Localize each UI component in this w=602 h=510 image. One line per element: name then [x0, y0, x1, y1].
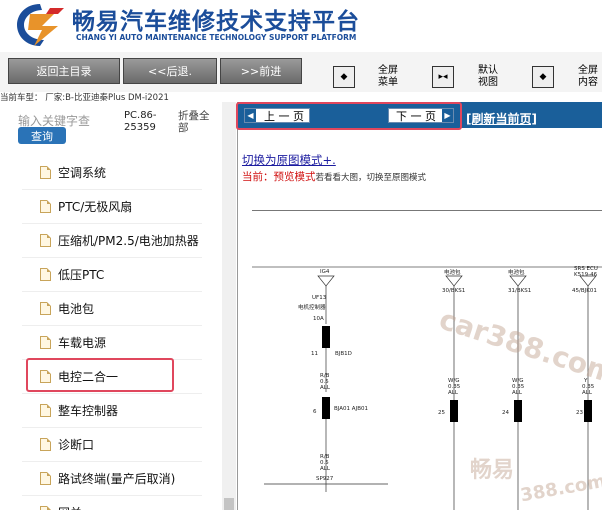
tree-item-label: PTC/无极风扇	[58, 200, 133, 214]
default-view-icon[interactable]: ▸◂	[432, 66, 454, 88]
tree-item[interactable]: PTC/无极风扇	[22, 190, 202, 224]
tree-item-label: 网关	[58, 504, 82, 510]
toolbar: 返回主目录 <<后退. >>前进 ◆ 全屏 菜单 ▸◂ 默认 视图 ◆ 全屏 内…	[0, 52, 602, 92]
fullscreen-content-label[interactable]: 全屏 内容	[578, 65, 598, 89]
tree-item-label: 低压PTC	[58, 268, 105, 282]
diagram-label: SP927	[316, 476, 334, 482]
tree-item[interactable]: 路试终端(量产后取消)	[22, 462, 202, 496]
diagram-label: IG4	[320, 269, 330, 275]
tree-item-label: 诊断口	[58, 438, 95, 452]
diagram-label: 24	[502, 410, 509, 416]
tree-item[interactable]: 空调系统	[22, 156, 202, 190]
default-view-label[interactable]: 默认 视图	[478, 65, 498, 89]
diagram-label: 10A	[313, 316, 324, 322]
diagram-label: 电机控制器	[298, 303, 326, 311]
diagram-label: 6	[313, 409, 317, 415]
diagram-label: ALL	[448, 390, 459, 396]
document-icon	[40, 268, 51, 281]
tree-item-label: 压缩机/PM2.5/电池加热器	[58, 234, 199, 248]
fullscreen-menu-label[interactable]: 全屏 菜单	[378, 65, 398, 89]
tree-item[interactable]: 电池包	[22, 292, 202, 326]
diagram-label: 23	[576, 410, 583, 416]
diagram-label: 25	[438, 410, 445, 416]
fullscreen-content-icon[interactable]: ◆	[532, 66, 554, 88]
return-home-button[interactable]: 返回主目录	[8, 58, 120, 84]
selection-highlight	[26, 358, 174, 392]
wiring-diagram: IG4 电池包 电池包 SRS ECU K519-46 30/BKS1 31/B…	[252, 266, 602, 510]
platform-title: 畅易汽车维修技术支持平台	[72, 9, 360, 35]
tree-item-label: 空调系统	[58, 166, 107, 180]
sidebar-scrollbar[interactable]	[222, 102, 236, 510]
page-nav-highlight	[236, 102, 462, 130]
document-icon	[40, 472, 51, 485]
pc-code: PC.86-25359	[124, 110, 157, 133]
document-icon	[40, 200, 51, 213]
document-icon	[40, 336, 51, 349]
watermark: 畅易	[470, 458, 515, 483]
tree-item-label: 电池包	[58, 302, 95, 316]
platform-subtitle: CHANG YI AUTO MAINTENANCE TECHNOLOGY SUP…	[76, 33, 357, 42]
tree-item[interactable]: 车载电源	[22, 326, 202, 360]
tree-item[interactable]: 低压PTC	[22, 258, 202, 292]
content-pane: ◀ 上 一 页 下 一 页 ▶ [刷新当前页] 切换为原图模式+. 当前：预览模…	[237, 102, 602, 510]
diagram-label: ALL	[582, 390, 593, 396]
forward-button[interactable]: >>前进	[220, 58, 302, 84]
tree-item[interactable]: 整车控制器	[22, 394, 202, 428]
tree-item[interactable]: 压缩机/PM2.5/电池加热器	[22, 224, 202, 258]
diagram-label: UF13	[312, 295, 327, 301]
current-prefix: 当前：	[242, 171, 274, 183]
document-icon	[40, 166, 51, 179]
diagram-label: BJB1D	[335, 351, 352, 357]
collapse-all-button[interactable]: 折叠全部	[178, 110, 218, 134]
scrollbar-thumb[interactable]	[224, 498, 234, 510]
diagram-label: 电池包	[444, 268, 461, 276]
tree-item-label: 车载电源	[58, 336, 107, 350]
tree-item-label: 路试终端(量产后取消)	[58, 472, 176, 486]
diagram-label: ALL	[320, 385, 331, 391]
back-button[interactable]: <<后退.	[123, 58, 217, 84]
document-icon	[40, 302, 51, 315]
sidebar: 输入关键字查 查询 PC.86-25359 折叠全部 空调系统 PTC/无极风扇…	[0, 102, 236, 510]
current-mode: 预览模式	[273, 171, 316, 183]
current-mode-line: 当前：预览模式若看看大图，切换至原图模式	[242, 169, 426, 184]
switch-original-mode-link[interactable]: 切换为原图模式+.	[242, 152, 336, 168]
document-icon	[40, 404, 51, 417]
chang-yi-logo	[17, 4, 64, 46]
document-icon	[40, 234, 51, 247]
document-icon	[40, 506, 51, 510]
diagram-label: K519-46	[574, 272, 598, 278]
diagram-label: 45/BJK01	[572, 288, 597, 294]
current-hint: 若看看大图，切换至原图模式	[315, 173, 427, 183]
diagram-label: ALL	[320, 466, 331, 472]
tree-item[interactable]: 诊断口	[22, 428, 202, 462]
diagram-label: BJA01 AJB01	[334, 406, 368, 412]
diagram-label: ALL	[512, 390, 523, 396]
diagram-label: 31/BKS1	[508, 288, 531, 294]
diagram-label: 30/BKS1	[442, 288, 465, 294]
app-header: 畅易汽车维修技术支持平台 CHANG YI AUTO MAINTENANCE T…	[0, 0, 602, 52]
diagram-label: 11	[311, 351, 318, 357]
tree-item-label: 整车控制器	[58, 404, 119, 418]
refresh-link[interactable]: [刷新当前页]	[466, 110, 537, 127]
search-button[interactable]: 查询	[18, 127, 66, 144]
divider	[252, 210, 602, 211]
diagram-label: 电池包	[508, 268, 525, 276]
tree-item[interactable]: 网关	[22, 496, 202, 510]
document-icon	[40, 438, 51, 451]
fullscreen-menu-icon[interactable]: ◆	[333, 66, 355, 88]
